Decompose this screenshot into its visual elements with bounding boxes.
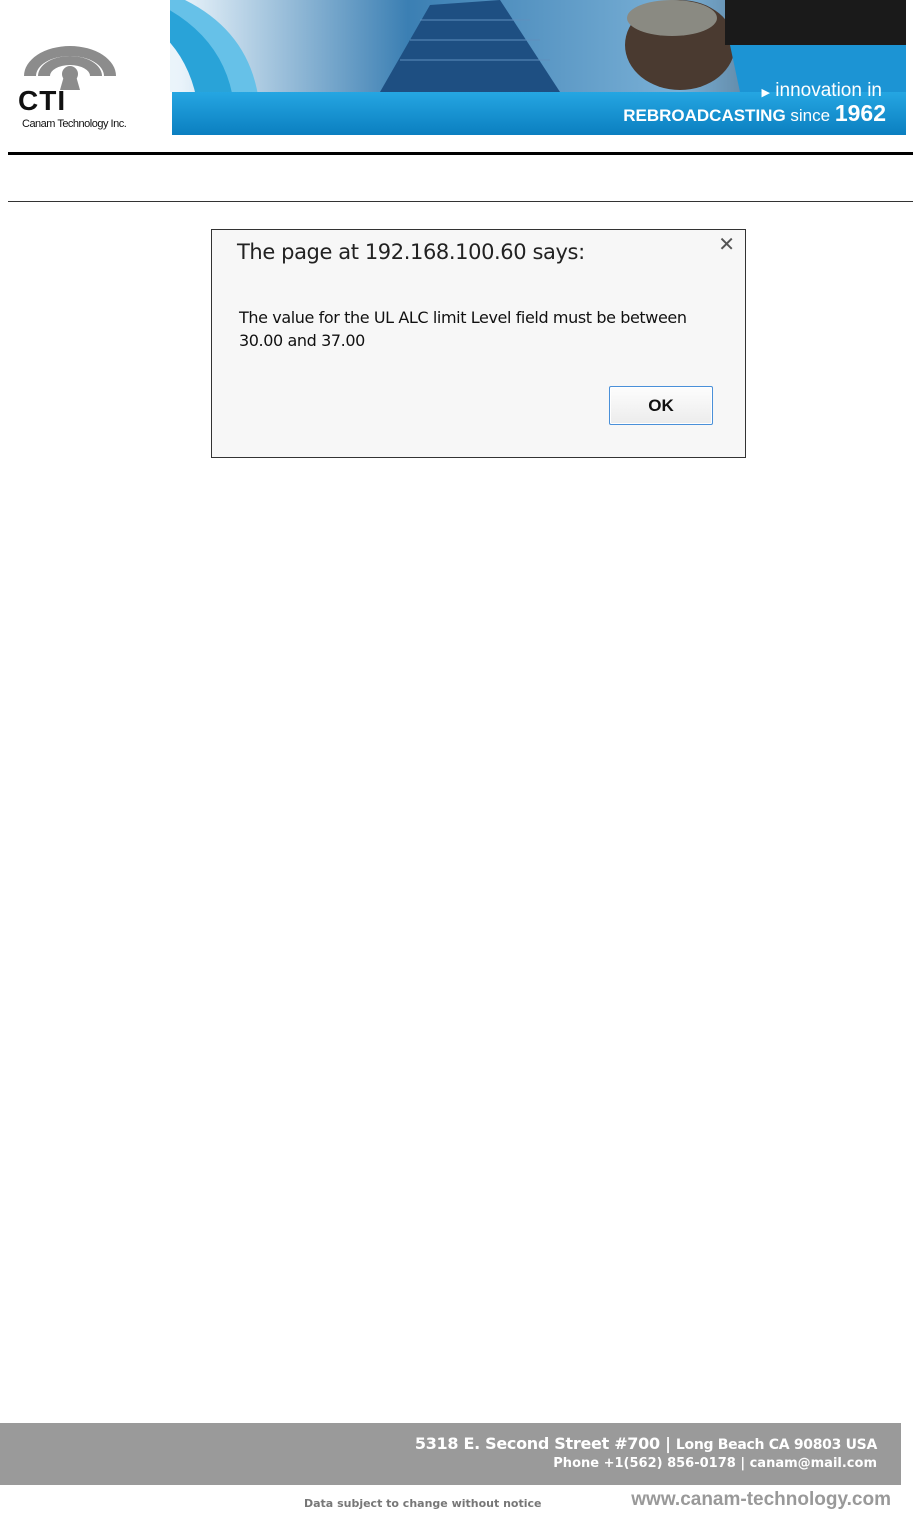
footer-website[interactable]: www.canam-technology.com [631,1489,891,1511]
tagline-innovation: ▶ innovation in [761,80,882,101]
footer-contact: Phone +1(562) 856-0178 | canam@mail.com [553,1456,877,1471]
footer-address: 5318 E. Second Street #700 | Long Beach … [414,1434,877,1453]
logo-letters: CTI [18,85,66,116]
close-icon[interactable]: ✕ [718,232,735,256]
ok-button[interactable]: OK [609,386,713,425]
header-divider-thick [8,152,913,155]
play-arrow-icon: ▶ [761,87,771,99]
dialog-title: The page at 192.168.100.60 says: [237,240,585,264]
dialog-message: The value for the UL ALC limit Level fie… [239,308,687,350]
footer-bar: 5318 E. Second Street #700 | Long Beach … [0,1423,901,1485]
footer-notice: Data subject to change without notice [304,1497,542,1510]
logo-subtitle: Canam Technology Inc. [22,118,127,130]
header-divider-thin [8,201,913,202]
tagline-rebroadcasting: REBROADCASTING since 1962 [623,100,886,126]
alert-dialog: The page at 192.168.100.60 says: ✕ The v… [211,229,746,458]
